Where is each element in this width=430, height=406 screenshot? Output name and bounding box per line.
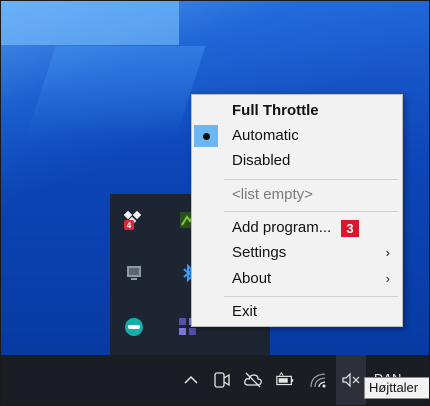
menu-item-label: About <box>232 270 272 287</box>
screen-frame: 4 Full Throttle Automatic Disabled <list… <box>0 0 430 406</box>
teal-app-icon[interactable] <box>122 315 146 339</box>
svg-text:4: 4 <box>127 221 132 230</box>
menu-item-list-empty: <list empty> <box>192 183 402 207</box>
speaker-muted-icon[interactable] <box>341 370 361 390</box>
menu-item-exit[interactable]: Exit <box>192 300 402 324</box>
speaker-tooltip: Højttaler <box>364 377 429 399</box>
menu-item-add-program[interactable]: Add program... 3 <box>192 216 402 240</box>
battery-icon[interactable] <box>275 370 295 390</box>
menu-separator <box>224 296 398 297</box>
menu-title-label: Full Throttle <box>232 102 319 119</box>
menu-item-automatic[interactable]: Automatic <box>192 124 402 148</box>
menu-separator <box>224 179 398 180</box>
wifi-icon[interactable] <box>309 370 329 390</box>
radio-selected-indicator <box>194 125 218 147</box>
menu-title: Full Throttle <box>192 99 402 123</box>
menu-item-settings[interactable]: Settings › <box>192 241 402 265</box>
menu-item-label: Settings <box>232 244 287 261</box>
menu-item-label: Exit <box>232 303 258 320</box>
camera-icon[interactable] <box>212 370 232 390</box>
context-menu: Full Throttle Automatic Disabled <list e… <box>191 94 403 327</box>
monitor-icon[interactable] <box>122 261 146 285</box>
cloud-offline-icon[interactable] <box>243 370 263 390</box>
wallpaper-light <box>26 46 206 136</box>
menu-item-about[interactable]: About › <box>192 267 402 291</box>
submenu-arrow-icon: › <box>385 271 390 286</box>
menu-item-label: Disabled <box>232 152 291 169</box>
step-badge: 3 <box>341 220 359 237</box>
menu-item-disabled[interactable]: Disabled <box>192 149 402 173</box>
menu-separator <box>224 211 398 212</box>
dropbox-icon[interactable]: 4 <box>122 208 146 232</box>
menu-item-label: Automatic <box>232 127 299 144</box>
chevron-up-icon[interactable] <box>181 370 201 390</box>
menu-item-label: <list empty> <box>232 186 313 203</box>
wallpaper-light <box>1 1 179 45</box>
menu-item-label: Add program... <box>232 219 332 236</box>
radio-dot-icon <box>202 132 210 140</box>
submenu-arrow-icon: › <box>385 245 390 260</box>
